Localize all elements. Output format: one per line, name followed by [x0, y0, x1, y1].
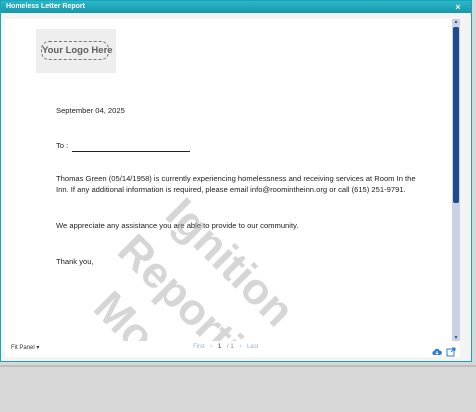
page-total: / 1 [227, 344, 234, 350]
to-line-row: To : [56, 141, 426, 152]
chevron-down-icon: ▾ [36, 345, 40, 351]
to-label: To : [56, 141, 69, 150]
open-external-icon[interactable] [446, 344, 456, 357]
fit-panel-label: Fit Panel [11, 345, 35, 351]
pager: First ‹ 1 / 1 › Last [193, 344, 262, 350]
viewer-toolbar: Fit Panel ▾ First ‹ 1 / 1 › Last [5, 341, 460, 357]
fit-panel-dropdown[interactable]: Fit Panel ▾ [11, 344, 39, 351]
letter-appreciation: We appreciate any assistance you are abl… [56, 221, 299, 230]
cloud-download-icon[interactable] [432, 344, 442, 356]
window-title: Homeless Letter Report [6, 3, 85, 10]
close-button[interactable]: × [453, 1, 463, 13]
next-page-icon[interactable]: › [239, 344, 241, 350]
logo-text: Your Logo Here [41, 41, 113, 60]
first-page-button[interactable]: First [193, 344, 205, 350]
bottom-divider [0, 365, 476, 367]
report-viewer: Your Logo Here September 04, 2025 To : T… [5, 19, 460, 341]
vertical-scrollbar[interactable]: ▲ ▼ [452, 19, 460, 341]
letter-date: September 04, 2025 [56, 106, 125, 115]
scroll-up-icon[interactable]: ▲ [453, 19, 459, 25]
page-number-input[interactable]: 1 [218, 344, 221, 350]
logo-placeholder: Your Logo Here [36, 29, 116, 73]
to-underline [72, 143, 191, 152]
title-bar[interactable]: Homeless Letter Report × [1, 1, 471, 13]
report-window: Homeless Letter Report × Your Logo Here … [0, 0, 472, 362]
prev-page-icon[interactable]: ‹ [210, 344, 212, 350]
scroll-thumb[interactable] [453, 27, 459, 203]
last-page-button[interactable]: Last [247, 344, 258, 350]
letter-body-paragraph: Thomas Green (05/14/1958) is currently e… [56, 174, 416, 194]
